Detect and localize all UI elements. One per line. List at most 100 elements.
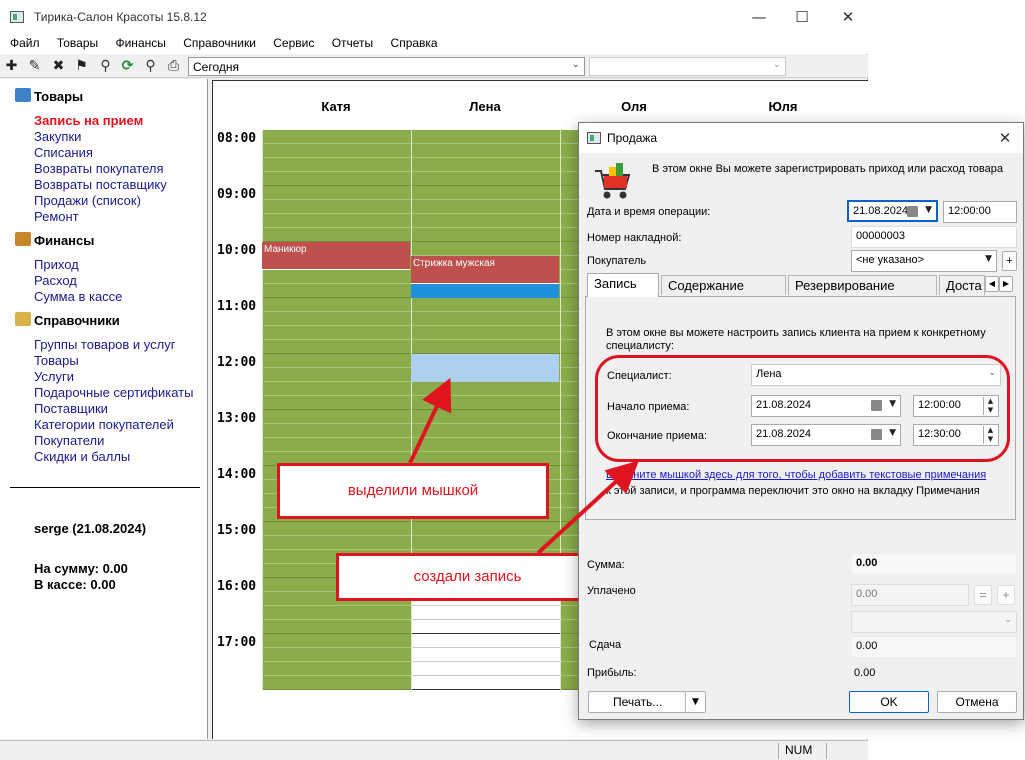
- time-slot[interactable]: [412, 676, 560, 690]
- equals-button[interactable]: =: [974, 585, 992, 605]
- sidebar-item-services[interactable]: Услуги: [34, 369, 74, 384]
- appointment-block[interactable]: Стрижка мужская: [411, 256, 559, 284]
- time-slot[interactable]: [412, 620, 560, 634]
- time-slot[interactable]: [263, 606, 411, 620]
- time-slot[interactable]: [263, 620, 411, 634]
- time-slot[interactable]: [412, 382, 560, 396]
- sidebar-item-buyer-categories[interactable]: Категории покупателей: [34, 417, 174, 432]
- time-slot[interactable]: [412, 298, 560, 312]
- cancel-button[interactable]: Отмена: [937, 691, 1017, 713]
- appointment-block[interactable]: Маникюр: [262, 242, 410, 270]
- sidebar-item-suppliers[interactable]: Поставщики: [34, 401, 108, 416]
- sidebar-item-discounts[interactable]: Скидки и баллы: [34, 449, 130, 464]
- tab-scroll-left-icon[interactable]: ◀: [985, 276, 999, 292]
- refresh-icon[interactable]: ⟳: [119, 58, 136, 75]
- sidebar-item-expense[interactable]: Расход: [34, 273, 77, 288]
- time-slot[interactable]: [263, 354, 411, 368]
- time-slot[interactable]: [263, 298, 411, 312]
- time-slot[interactable]: [412, 606, 560, 620]
- close-icon[interactable]: ✕: [833, 6, 863, 28]
- sidebar-section-references[interactable]: Справочники: [34, 313, 120, 328]
- selected-slot-range[interactable]: [411, 354, 559, 382]
- time-slot[interactable]: [263, 312, 411, 326]
- time-slot[interactable]: [263, 228, 411, 242]
- time-slot[interactable]: [412, 172, 560, 186]
- menu-finance[interactable]: Финансы: [105, 34, 165, 50]
- time-slot[interactable]: [263, 438, 411, 452]
- add-buyer-button[interactable]: +: [1002, 251, 1017, 271]
- tab-scroll-right-icon[interactable]: ▶: [999, 276, 1013, 292]
- time-slot[interactable]: [412, 158, 560, 172]
- time-slot[interactable]: [263, 382, 411, 396]
- payment-method-select[interactable]: ⌄: [851, 611, 1017, 633]
- plus-icon[interactable]: ✚: [3, 58, 20, 75]
- time-slot[interactable]: [263, 396, 411, 410]
- tab-delivery[interactable]: Доста: [939, 275, 985, 295]
- magnifier-icon[interactable]: ⚲: [142, 58, 159, 75]
- time-slot[interactable]: [412, 536, 560, 550]
- pencil-icon[interactable]: ✎: [26, 58, 43, 75]
- time-slot[interactable]: [412, 410, 560, 424]
- sidebar-item-buyer-returns[interactable]: Возвраты покупателя: [34, 161, 164, 176]
- time-slot[interactable]: [263, 424, 411, 438]
- sidebar-item-product-groups[interactable]: Группы товаров и услуг: [34, 337, 176, 352]
- sidebar-item-products[interactable]: Товары: [34, 353, 79, 368]
- specialist-column[interactable]: [411, 130, 560, 692]
- time-slot[interactable]: [263, 536, 411, 550]
- menu-help[interactable]: Справка: [381, 34, 438, 50]
- specialist-column[interactable]: [262, 130, 411, 692]
- time-slot[interactable]: [263, 522, 411, 536]
- minimize-icon[interactable]: —: [744, 6, 774, 28]
- menu-file[interactable]: Файл: [0, 34, 40, 50]
- close-icon[interactable]: ✕: [993, 127, 1017, 149]
- time-slot[interactable]: [263, 144, 411, 158]
- operation-time-field[interactable]: 12:00:00: [943, 201, 1017, 223]
- time-slot[interactable]: [263, 214, 411, 228]
- chevron-down-icon[interactable]: ▼: [925, 205, 932, 215]
- time-slot[interactable]: [412, 130, 560, 144]
- time-slot[interactable]: [412, 326, 560, 340]
- time-slot[interactable]: [412, 340, 560, 354]
- printer-icon[interactable]: ⎙: [165, 58, 182, 75]
- time-slot[interactable]: [412, 424, 560, 438]
- sidebar-item-sales-list[interactable]: Продажи (список): [34, 193, 141, 208]
- time-slot[interactable]: [412, 312, 560, 326]
- plus-button[interactable]: +: [997, 585, 1015, 605]
- sidebar-item-appointments[interactable]: Запись на прием: [34, 113, 143, 128]
- time-slot[interactable]: [263, 634, 411, 648]
- time-slot[interactable]: [412, 648, 560, 662]
- time-slot[interactable]: [412, 438, 560, 452]
- time-slot[interactable]: [412, 200, 560, 214]
- sidebar-item-gift-cards[interactable]: Подарочные сертификаты: [34, 385, 193, 400]
- menu-reports[interactable]: Отчеты: [322, 34, 373, 50]
- time-slot[interactable]: [412, 662, 560, 676]
- time-slot[interactable]: [412, 522, 560, 536]
- time-slot[interactable]: [263, 676, 411, 690]
- time-slot[interactable]: [263, 284, 411, 298]
- menu-references[interactable]: Справочники: [173, 34, 256, 50]
- time-slot[interactable]: [263, 172, 411, 186]
- filter-select[interactable]: ⌄: [589, 57, 786, 76]
- time-slot[interactable]: [263, 270, 411, 284]
- flag-icon[interactable]: ⚑: [73, 58, 90, 75]
- pin-icon[interactable]: ⚲: [97, 58, 114, 75]
- menu-goods[interactable]: Товары: [47, 34, 98, 50]
- time-slot[interactable]: [263, 186, 411, 200]
- sidebar-item-income[interactable]: Приход: [34, 257, 79, 272]
- paid-field[interactable]: 0.00: [851, 584, 969, 606]
- print-button[interactable]: Печать... ▼: [588, 691, 706, 713]
- time-slot[interactable]: [263, 340, 411, 354]
- sidebar-item-supplier-returns[interactable]: Возвраты поставщику: [34, 177, 167, 192]
- tab-contents[interactable]: Содержание: [661, 275, 786, 295]
- calendar-icon[interactable]: [907, 206, 918, 217]
- sidebar-item-purchases[interactable]: Закупки: [34, 129, 81, 144]
- time-slot[interactable]: [412, 634, 560, 648]
- sidebar-item-repair[interactable]: Ремонт: [34, 209, 79, 224]
- time-slot[interactable]: [412, 242, 560, 256]
- sidebar-section-finance[interactable]: Финансы: [34, 233, 94, 248]
- time-slot[interactable]: [412, 214, 560, 228]
- chevron-down-icon[interactable]: ▼: [692, 692, 699, 712]
- sidebar-item-cash-sum[interactable]: Сумма в кассе: [34, 289, 122, 304]
- buyer-select[interactable]: <не указано> ▼: [851, 250, 997, 272]
- time-slot[interactable]: [263, 130, 411, 144]
